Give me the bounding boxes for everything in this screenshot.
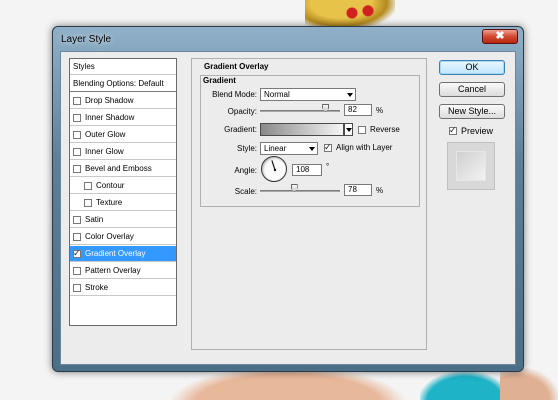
style-item-contour[interactable]: Contour <box>70 178 176 194</box>
gradient-label: Gradient: <box>224 125 257 134</box>
close-icon: ✖ <box>495 30 505 42</box>
style-item-outer-glow[interactable]: Outer Glow <box>70 127 176 143</box>
style-item-label: Inner Shadow <box>85 113 135 122</box>
style-item-label: Gradient Overlay <box>85 249 146 258</box>
cancel-button[interactable]: Cancel <box>439 82 505 97</box>
style-item-checkbox[interactable] <box>73 147 81 156</box>
angle-input[interactable]: 108 <box>292 164 322 176</box>
style-item-label: Inner Glow <box>85 147 124 156</box>
align-label: Align with Layer <box>336 143 393 152</box>
ok-button[interactable]: OK <box>439 60 505 75</box>
scale-unit: % <box>376 186 384 195</box>
align-checkbox-row[interactable]: Align with Layer <box>324 142 393 153</box>
style-item-label: Drop Shadow <box>85 96 134 105</box>
blend-mode-label: Blend Mode: <box>212 90 257 99</box>
styles-list: Styles Blending Options: Default Drop Shad… <box>69 58 177 326</box>
scale-slider-track[interactable] <box>260 190 340 192</box>
window-title: Layer Style <box>61 34 112 45</box>
opacity-unit: % <box>376 106 384 115</box>
opacity-slider-track[interactable] <box>260 110 340 112</box>
new-style-button[interactable]: New Style... <box>439 104 505 119</box>
group-title: Gradient Overlay <box>204 62 269 71</box>
style-item-checkbox[interactable] <box>84 181 92 190</box>
layer-style-dialog: Layer Style ✖ Styles Blending Options: De… <box>52 26 524 372</box>
align-checkbox[interactable] <box>324 142 332 153</box>
style-item-checkbox[interactable] <box>73 96 81 105</box>
style-item-gradient-overlay[interactable]: Gradient Overlay <box>70 246 176 262</box>
preview-checkbox[interactable] <box>449 125 457 136</box>
reverse-label: Reverse <box>370 125 400 134</box>
background-photo-skin-right <box>500 368 558 400</box>
preview-swatch <box>456 151 486 181</box>
style-item-checkbox[interactable] <box>73 164 81 173</box>
style-item-color-overlay[interactable]: Color Overlay <box>70 229 176 245</box>
style-item-inner-shadow[interactable]: Inner Shadow <box>70 110 176 126</box>
scale-input[interactable]: 78 <box>344 184 372 196</box>
angle-unit: ° <box>326 162 330 171</box>
blend-mode-select[interactable]: Normal <box>260 88 356 101</box>
background-photo-swimsuit <box>420 372 510 400</box>
preview-thumbnail <box>447 142 495 190</box>
style-item-label: Satin <box>85 215 104 224</box>
preview-checkbox-row[interactable]: Preview <box>449 125 494 136</box>
style-item-checkbox[interactable] <box>73 113 81 122</box>
style-item-checkbox[interactable] <box>73 130 81 139</box>
style-item-label: Bevel and Emboss <box>85 164 152 173</box>
style-item-pattern-overlay[interactable]: Pattern Overlay <box>70 263 176 279</box>
style-item-styles[interactable]: Styles <box>70 59 176 75</box>
style-item-checkbox[interactable] <box>84 198 92 207</box>
reverse-checkbox-row[interactable]: Reverse <box>358 125 400 134</box>
angle-dial-icon <box>271 160 277 172</box>
close-button[interactable]: ✖ <box>482 29 518 44</box>
style-item-texture[interactable]: Texture <box>70 195 176 211</box>
gradient-overlay-group: Gradient Overlay <box>191 58 427 350</box>
angle-value: 108 <box>296 165 310 174</box>
style-item-label: Stroke <box>85 283 109 292</box>
style-label: Style: <box>236 144 257 153</box>
style-select[interactable]: Linear <box>260 142 318 155</box>
scale-label: Scale: <box>234 187 257 196</box>
background-photo-nails <box>340 2 380 24</box>
style-item-inner-glow[interactable]: Inner Glow <box>70 144 176 160</box>
style-item-drop-shadow[interactable]: Drop Shadow <box>70 93 176 109</box>
style-item-label: Texture <box>96 198 123 207</box>
chevron-down-icon <box>309 147 315 151</box>
style-value: Linear <box>264 144 287 153</box>
gradient-swatch[interactable] <box>260 123 344 136</box>
style-item-label: Styles <box>73 62 95 71</box>
chevron-down-icon <box>347 93 353 97</box>
angle-label: Angle: <box>234 166 257 175</box>
scale-value: 78 <box>348 185 357 194</box>
style-item-label: Pattern Overlay <box>85 266 141 275</box>
dialog-client-area: Styles Blending Options: Default Drop Shad… <box>60 51 516 365</box>
opacity-label: Opacity: <box>227 107 257 116</box>
style-item-blending-options-default[interactable]: Blending Options: Default <box>70 76 176 92</box>
style-item-checkbox[interactable] <box>73 266 81 275</box>
section-title: Gradient <box>203 76 236 85</box>
gradient-dropdown-button[interactable] <box>344 123 353 136</box>
title-bar[interactable]: Layer Style ✖ <box>53 27 523 49</box>
style-item-checkbox[interactable] <box>73 283 81 292</box>
style-item-label: Outer Glow <box>85 130 126 139</box>
opacity-input[interactable]: 82 <box>344 104 372 116</box>
style-item-stroke[interactable]: Stroke <box>70 280 176 296</box>
style-item-satin[interactable]: Satin <box>70 212 176 228</box>
style-item-label: Contour <box>96 181 125 190</box>
style-item-bevel-and-emboss[interactable]: Bevel and Emboss <box>70 161 176 177</box>
angle-dial[interactable] <box>261 156 287 182</box>
style-item-label: Blending Options: Default <box>73 79 164 88</box>
reverse-checkbox[interactable] <box>358 125 366 134</box>
style-item-label: Color Overlay <box>85 232 134 241</box>
blend-mode-value: Normal <box>264 90 290 99</box>
style-item-checkbox[interactable] <box>73 232 81 241</box>
preview-label: Preview <box>461 126 494 136</box>
style-item-checkbox[interactable] <box>73 215 81 224</box>
opacity-value: 82 <box>348 105 357 114</box>
style-item-checkbox[interactable] <box>73 248 81 259</box>
